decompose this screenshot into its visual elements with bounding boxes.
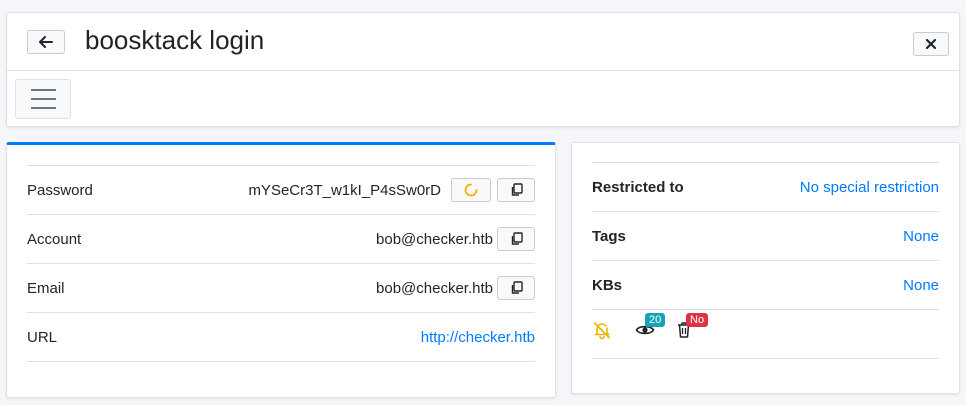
restricted-link[interactable]: No special restriction: [800, 179, 939, 196]
copy-account-button[interactable]: [497, 227, 535, 251]
header-card: boosktack login: [6, 12, 960, 127]
copy-icon: [511, 232, 523, 245]
kbs-link[interactable]: None: [903, 277, 939, 294]
copy-icon: [511, 281, 523, 294]
url-row: URL http://checker.htb: [27, 313, 535, 362]
restricted-row: Restricted to No special restriction: [592, 163, 939, 212]
close-icon: [926, 39, 936, 49]
metadata-list: Restricted to No special restriction Tag…: [592, 162, 939, 359]
tags-link[interactable]: None: [903, 228, 939, 245]
tags-row: Tags None: [592, 212, 939, 261]
copy-email-button[interactable]: [497, 276, 535, 300]
url-label: URL: [27, 328, 58, 346]
account-value-group: bob@checker.htb: [376, 227, 535, 251]
hamburger-menu-icon-line: [30, 98, 56, 100]
credentials-list: Password mYSeCr3T_w1kI_P4sSw0rD Account …: [27, 165, 535, 362]
refresh-password-button[interactable]: [451, 178, 491, 202]
kbs-row: KBs None: [592, 261, 939, 310]
refresh-spinner-icon: [464, 183, 478, 197]
bell-slash-icon: [593, 322, 610, 340]
password-row: Password mYSeCr3T_w1kI_P4sSw0rD: [27, 166, 535, 215]
account-row: Account bob@checker.htb: [27, 215, 535, 264]
kbs-label: KBs: [592, 276, 623, 294]
email-value: bob@checker.htb: [376, 279, 493, 297]
restricted-label: Restricted to: [592, 178, 684, 196]
email-row: Email bob@checker.htb: [27, 264, 535, 313]
header-top-bar: boosktack login: [7, 13, 959, 71]
close-button[interactable]: [913, 32, 949, 56]
email-value-group: bob@checker.htb: [376, 276, 535, 300]
url-link[interactable]: http://checker.htb: [421, 329, 535, 346]
header-toolbar: [7, 71, 959, 127]
back-button[interactable]: [27, 30, 65, 54]
hamburger-menu-button[interactable]: [15, 79, 71, 119]
account-label: Account: [27, 230, 82, 248]
url-value-group: http://checker.htb: [421, 329, 535, 346]
password-value-group: mYSeCr3T_w1kI_P4sSw0rD: [248, 178, 535, 202]
credentials-card: Password mYSeCr3T_w1kI_P4sSw0rD Account …: [6, 142, 556, 398]
hamburger-menu-icon-line: [30, 107, 56, 109]
page-title: boosktack login: [85, 25, 265, 55]
arrow-left-icon: [39, 36, 53, 48]
status-icons-row: 20 No: [592, 310, 939, 359]
metadata-card: Restricted to No special restriction Tag…: [571, 142, 960, 394]
password-value: mYSeCr3T_w1kI_P4sSw0rD: [248, 181, 441, 199]
delete-status-badge: No: [686, 313, 709, 327]
hamburger-menu-icon-line: [30, 89, 56, 91]
tags-label: Tags: [592, 227, 626, 245]
notification-toggle[interactable]: [592, 320, 612, 345]
email-label: Email: [27, 279, 65, 297]
copy-icon: [511, 183, 523, 196]
copy-password-button[interactable]: [497, 178, 535, 202]
password-label: Password: [27, 181, 93, 199]
account-value: bob@checker.htb: [376, 230, 493, 248]
views-count-badge: 20: [645, 313, 666, 327]
